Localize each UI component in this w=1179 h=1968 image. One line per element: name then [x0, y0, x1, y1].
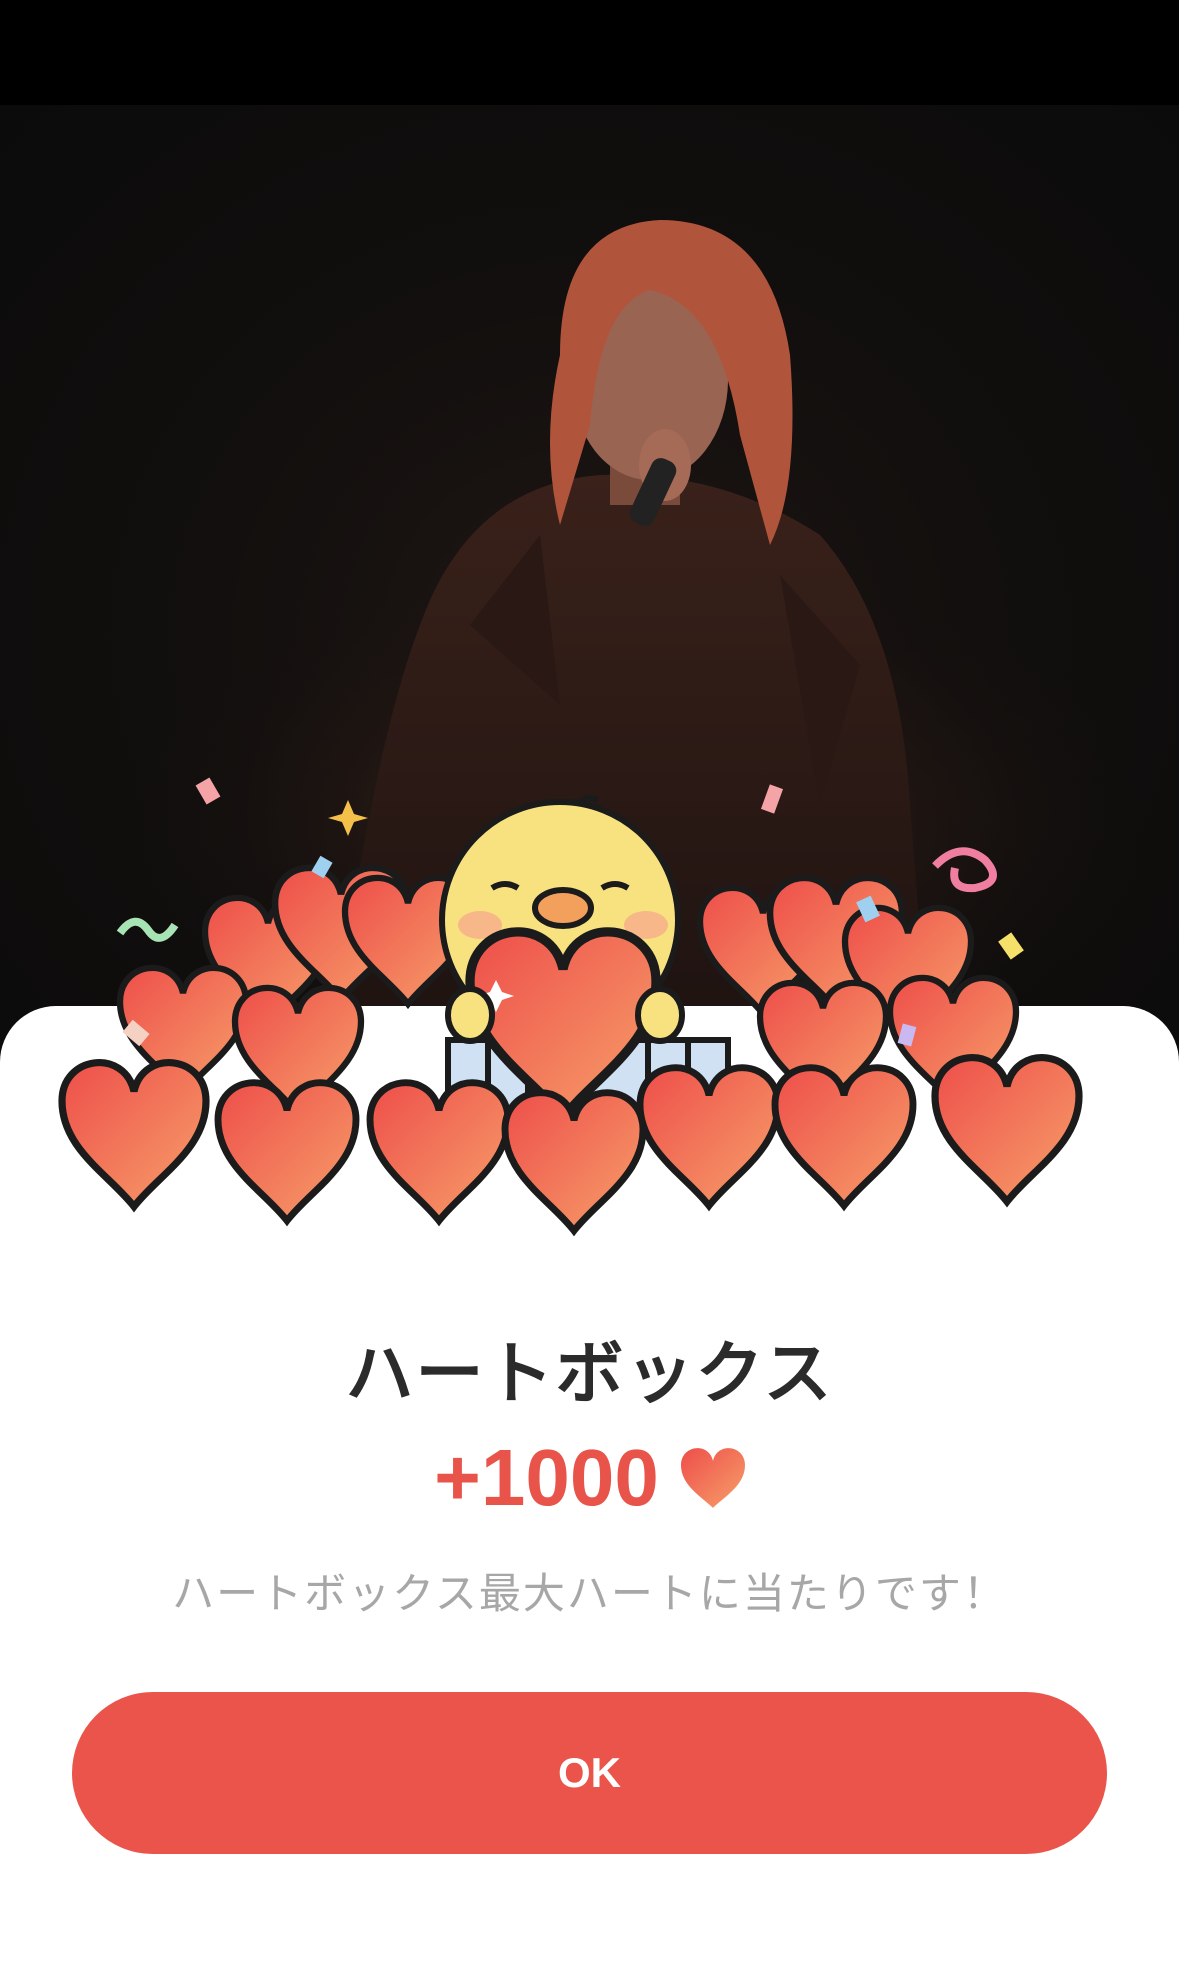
heart-icon: [680, 1448, 745, 1508]
dialog-title: ハートボックス: [345, 1335, 834, 1414]
ok-button[interactable]: OK: [72, 1692, 1107, 1854]
reward-row: +1000: [0, 1432, 1179, 1524]
heart-box-illustration: [0, 740, 1179, 1260]
top-bar: [0, 0, 1179, 105]
reward-amount: +1000: [434, 1433, 659, 1522]
result-message: ハートボックス最大ハートに当たりです！: [172, 1569, 1007, 1618]
